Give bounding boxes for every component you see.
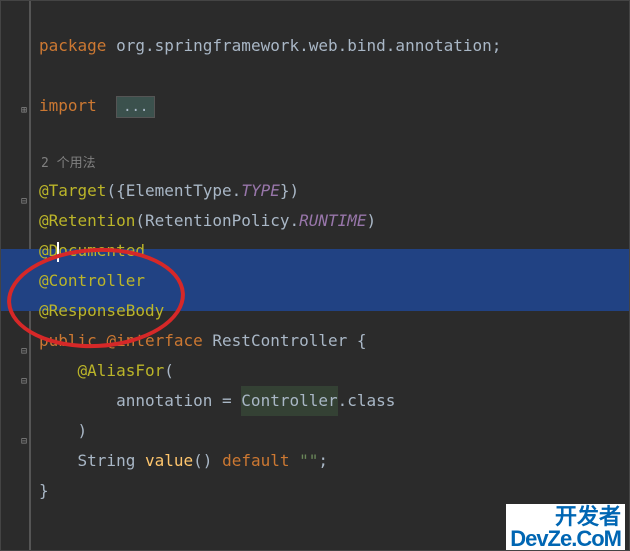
watermark: 开发者 DevZe.CoM: [506, 504, 625, 550]
documented-annotation: @Documented: [39, 236, 629, 266]
type-declaration: public @interface RestController {: [39, 326, 629, 356]
value-method: String value() default "";: [39, 446, 629, 476]
editor-code-area[interactable]: package org.springframework.web.bind.ann…: [39, 1, 629, 550]
usages-hint[interactable]: 2 个用法: [39, 151, 629, 176]
package-statement: package org.springframework.web.bind.ann…: [39, 31, 629, 61]
aliasfor-arg: annotation = Controller.class: [39, 386, 629, 416]
import-statement: import ...: [39, 91, 629, 121]
aliasfor-annotation: @AliasFor(: [39, 356, 629, 386]
responsebody-annotation: @ResponseBody: [39, 296, 629, 326]
fold-icon[interactable]: ⊟: [19, 197, 29, 207]
fold-icon[interactable]: ⊟: [19, 347, 29, 357]
fold-icon[interactable]: ⊞: [19, 106, 29, 116]
aliasfor-close: ): [39, 416, 629, 446]
fold-icon[interactable]: ⊟: [19, 437, 29, 447]
watermark-top: 开发者: [510, 506, 621, 528]
type-close: }: [39, 476, 629, 506]
target-annotation: @Target({ElementType.TYPE}): [39, 176, 629, 206]
watermark-bottom: DevZe.CoM: [510, 528, 621, 550]
controller-annotation: @Controller: [39, 266, 629, 296]
retention-annotation: @Retention(RetentionPolicy.RUNTIME): [39, 206, 629, 236]
folded-imports[interactable]: ...: [116, 96, 155, 118]
fold-icon[interactable]: ⊟: [19, 377, 29, 387]
